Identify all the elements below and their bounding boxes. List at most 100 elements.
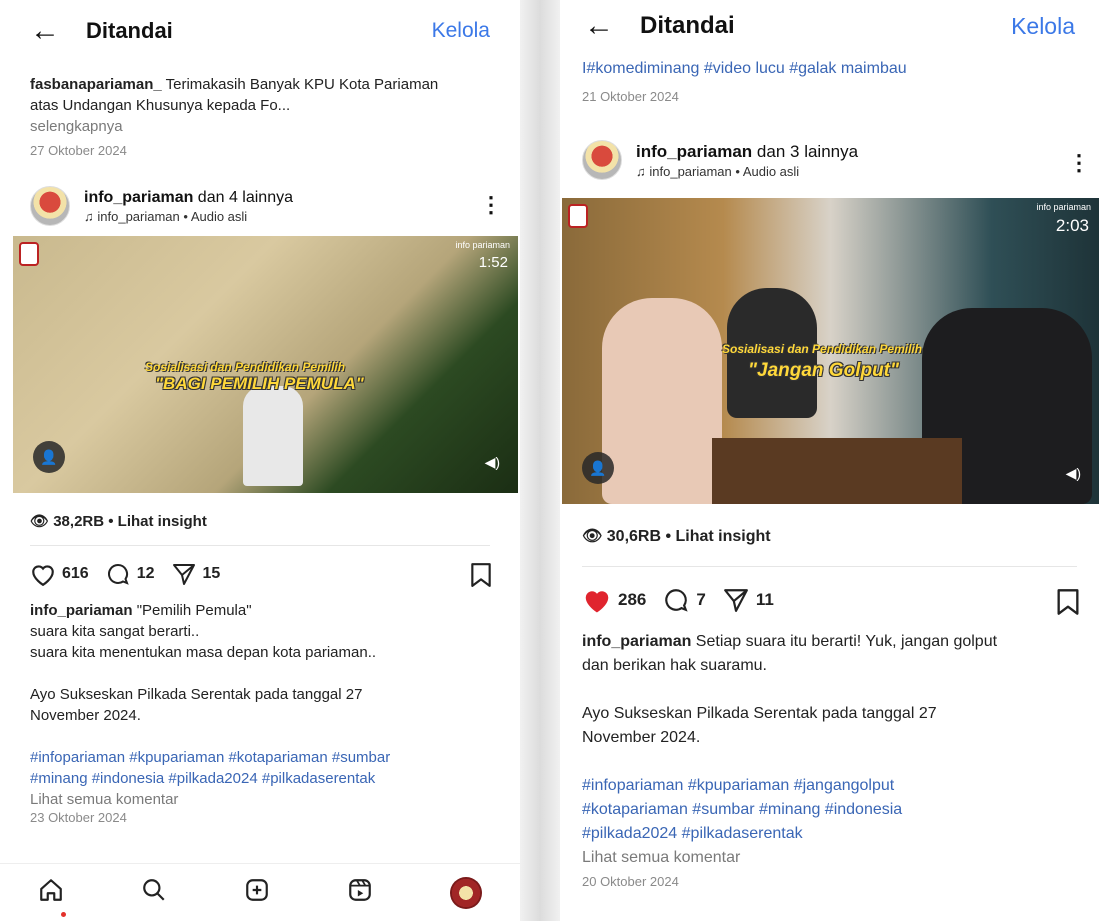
back-button[interactable]: ←	[584, 11, 640, 41]
speaker-icon[interactable]: ◀)	[485, 454, 500, 471]
view-all-comments-link[interactable]: Lihat semua komentar	[30, 789, 500, 810]
video-subtitle-big: "Jangan Golput"	[748, 360, 900, 381]
post-caption: info_pariaman Setiap suara itu berarti! …	[582, 630, 1082, 889]
tagged-people-icon[interactable]: 👤	[582, 452, 614, 484]
audio-label[interactable]: info_pariaman • Audio asli	[97, 209, 247, 224]
post-date: 27 Oktober 2024	[30, 143, 127, 158]
caption-line: November 2024.	[30, 707, 141, 724]
speaker-icon[interactable]: ◀)	[1066, 465, 1081, 482]
caption-line: Ayo Sukseskan Pilkada Serentak pada tang…	[30, 686, 363, 703]
comment-count[interactable]: 7	[696, 590, 705, 610]
search-icon[interactable]	[141, 877, 167, 908]
caption-line: November 2024.	[582, 729, 701, 746]
video-watermark: info pariaman	[455, 240, 510, 250]
comment-icon[interactable]	[105, 562, 131, 586]
action-bar: 286 7 11	[582, 586, 790, 614]
kpu-logo-icon	[568, 204, 588, 228]
post-caption: info_pariaman "Pemilih Pemula" suara kit…	[30, 600, 500, 825]
manage-link[interactable]: Kelola	[1011, 13, 1075, 40]
video-duration: 2:03	[1055, 216, 1089, 235]
audio-label[interactable]: info_pariaman • Audio asli	[649, 164, 799, 179]
post-header: info_pariaman dan 3 lainnya ♫ info_paria…	[582, 140, 858, 180]
kpu-logo-icon	[19, 242, 39, 266]
video-subtitle-small: Sosialisasi dan Pendidikan Pemilih	[145, 360, 346, 374]
hashtags[interactable]: #pilkada2024 #pilkadaserentak	[582, 822, 1082, 846]
more-options-icon[interactable]: ⋮	[480, 192, 502, 218]
separator	[30, 545, 490, 546]
like-heart-filled-icon[interactable]	[582, 586, 612, 614]
video-watermark: info pariaman	[1036, 202, 1091, 212]
previous-post-caption: I#komediminang #video lucu #galak maimba…	[582, 58, 907, 104]
video-table	[712, 438, 962, 504]
comment-icon[interactable]	[662, 587, 690, 613]
profile-icon[interactable]	[449, 876, 482, 909]
more-options-icon[interactable]: ⋮	[1068, 150, 1090, 176]
like-count[interactable]: 286	[618, 590, 646, 610]
caption-username[interactable]: fasbanapariaman_	[30, 76, 162, 93]
like-heart-icon[interactable]	[30, 562, 56, 586]
share-send-icon[interactable]	[171, 562, 197, 586]
video-subtitle-big: "BAGI PEMILIH PEMULA"	[155, 374, 364, 393]
share-send-icon[interactable]	[722, 587, 750, 613]
reels-icon[interactable]	[347, 877, 373, 908]
right-screenshot: ← Ditandai Kelola I#komediminang #video …	[560, 0, 1099, 921]
caption-text[interactable]: I#komediminang #video lucu #galak maimba…	[582, 58, 907, 79]
left-screenshot: ← Ditandai Kelola fasbanapariaman_ Terim…	[0, 0, 520, 921]
collaborators-text[interactable]: dan 4 lainnya	[193, 189, 293, 206]
avatar[interactable]	[582, 140, 622, 180]
hashtags[interactable]: #kotapariaman #sumbar #minang #indonesia	[582, 798, 1082, 822]
avatar[interactable]	[30, 186, 70, 226]
bottom-nav	[0, 863, 520, 921]
manage-link[interactable]: Kelola	[432, 19, 490, 43]
insight-link[interactable]: 38,2RB • Lihat insight	[53, 513, 207, 530]
video-subtitle-small: Sosialisasi dan Pendidikan Pemilih	[722, 342, 923, 356]
like-count[interactable]: 616	[62, 565, 89, 583]
bookmark-icon[interactable]	[1056, 588, 1080, 621]
share-count[interactable]: 11	[756, 590, 774, 610]
back-button[interactable]: ←	[30, 16, 86, 46]
hashtags[interactable]: #infopariaman #kpupariaman #jangangolput	[582, 774, 1082, 798]
video-person-figure	[243, 386, 303, 486]
panel-divider	[520, 0, 560, 921]
bookmark-icon[interactable]	[470, 562, 492, 593]
page-title: Ditandai	[640, 12, 735, 39]
video-duration: 1:52	[478, 254, 508, 271]
caption-line: dan berikan hak suaramu.	[582, 657, 767, 674]
post-username[interactable]: info_pariaman	[84, 189, 193, 206]
caption-line: Setiap suara itu berarti! Yuk, jangan go…	[691, 633, 998, 650]
tagged-people-icon[interactable]: 👤	[33, 441, 65, 473]
video-player[interactable]: info pariaman 2:03 Sosialisasi dan Pendi…	[562, 198, 1099, 504]
music-note-icon: ♫	[84, 208, 98, 224]
see-more-link[interactable]: selengkapnya	[30, 116, 470, 137]
caption-username[interactable]: info_pariaman	[30, 602, 133, 619]
comment-count[interactable]: 12	[137, 565, 155, 583]
top-bar: ← Ditandai Kelola	[0, 0, 520, 62]
caption-username[interactable]: info_pariaman	[582, 633, 691, 650]
post-date: 21 Oktober 2024	[582, 89, 679, 104]
insight-link[interactable]: 30,6RB • Lihat insight	[607, 528, 771, 545]
post-date: 23 Oktober 2024	[30, 810, 127, 825]
create-icon[interactable]	[244, 877, 270, 908]
previous-post-caption: fasbanapariaman_ Terimakasih Banyak KPU …	[30, 74, 470, 158]
top-bar: ← Ditandai Kelola	[560, 0, 1099, 52]
home-icon[interactable]	[38, 877, 64, 908]
share-count[interactable]: 15	[203, 565, 221, 583]
hashtags[interactable]: #minang #indonesia #pilkada2024 #pilkada…	[30, 768, 500, 789]
collaborators-text[interactable]: dan 3 lainnya	[752, 142, 858, 161]
caption-line: suara kita sangat berarti..	[30, 623, 200, 640]
post-username[interactable]: info_pariaman	[636, 142, 752, 161]
eye-icon: 👁	[30, 513, 54, 530]
post-header: info_pariaman dan 4 lainnya ♫ info_paria…	[30, 186, 293, 226]
eye-icon: 👁	[582, 528, 607, 545]
post-date: 20 Oktober 2024	[582, 874, 679, 889]
video-player[interactable]: info pariaman 1:52 Sosialisasi dan Pendi…	[13, 236, 518, 493]
page-title: Ditandai	[86, 18, 173, 43]
separator	[582, 566, 1077, 567]
hashtags[interactable]: #infopariaman #kpupariaman #kotapariaman…	[30, 747, 500, 768]
music-note-icon: ♫	[636, 163, 650, 179]
view-all-comments-link[interactable]: Lihat semua komentar	[582, 846, 1082, 870]
